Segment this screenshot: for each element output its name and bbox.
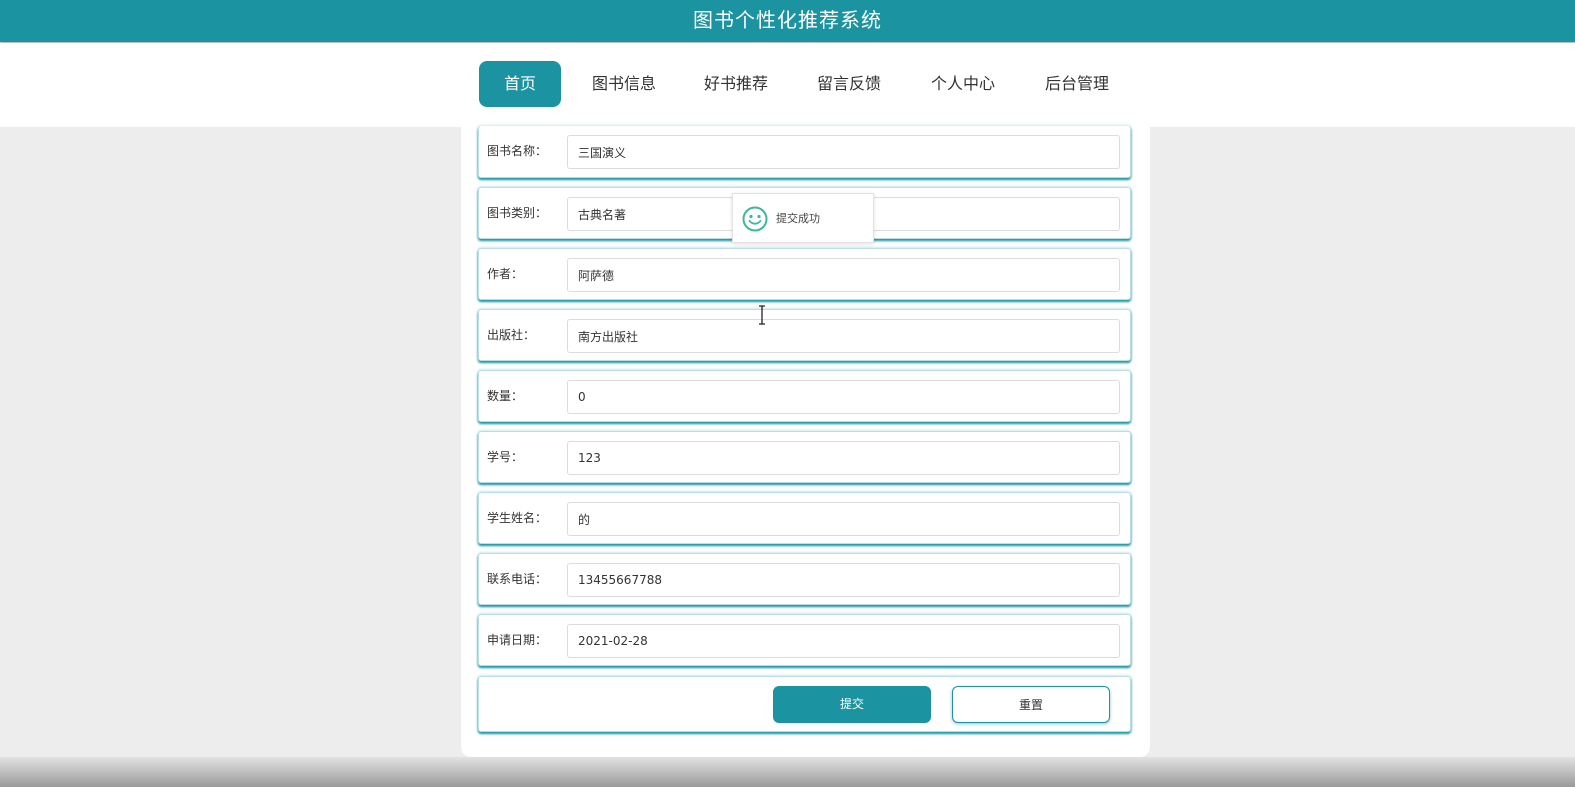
site-header: 图书个性化推荐系统 [0, 0, 1575, 42]
field-label: 申请日期： [487, 633, 548, 647]
book-name-input[interactable] [567, 135, 1120, 169]
field-row-student-id: 学号： [478, 431, 1131, 483]
author-input[interactable] [567, 258, 1120, 292]
text-cursor-icon [759, 305, 765, 325]
field-row-author: 作者： [478, 248, 1131, 300]
publisher-input[interactable] [567, 319, 1120, 353]
site-title: 图书个性化推荐系统 [693, 7, 882, 32]
form-actions: 提交 重置 [478, 676, 1131, 732]
smiley-icon [742, 206, 768, 232]
submit-button[interactable]: 提交 [773, 686, 931, 723]
student-name-input[interactable] [567, 502, 1120, 536]
field-row-book-name: 图书名称： [478, 126, 1131, 178]
field-label: 图书名称： [487, 144, 548, 158]
field-label: 出版社： [487, 328, 536, 342]
success-toast: 提交成功 [732, 193, 874, 243]
field-row-phone: 联系电话： [478, 553, 1131, 605]
field-row-publisher: 出版社： [478, 309, 1131, 361]
phone-input[interactable] [567, 563, 1120, 597]
field-row-quantity: 数量： [478, 370, 1131, 422]
field-row-apply-date: 申请日期： [478, 614, 1131, 666]
field-label: 数量： [487, 389, 524, 403]
main-nav: 首页 图书信息 好书推荐 留言反馈 个人中心 后台管理 [0, 43, 1575, 127]
reset-button[interactable]: 重置 [952, 686, 1110, 723]
field-label: 学号： [487, 450, 524, 464]
bottom-shadow [0, 757, 1575, 787]
field-row-student-name: 学生姓名： [478, 492, 1131, 544]
field-label: 联系电话： [487, 572, 548, 586]
nav-book-info[interactable]: 图书信息 [579, 61, 669, 107]
field-label: 作者： [487, 267, 524, 281]
nav-recommend[interactable]: 好书推荐 [691, 61, 781, 107]
nav-home[interactable]: 首页 [479, 61, 561, 107]
apply-date-input[interactable] [567, 624, 1120, 658]
student-id-input[interactable] [567, 441, 1120, 475]
nav-feedback[interactable]: 留言反馈 [804, 61, 894, 107]
field-label: 图书类别： [487, 206, 548, 220]
nav-personal-center[interactable]: 个人中心 [918, 61, 1008, 107]
quantity-input[interactable] [567, 380, 1120, 414]
toast-message: 提交成功 [776, 212, 820, 225]
field-label: 学生姓名： [487, 511, 548, 525]
nav-admin[interactable]: 后台管理 [1032, 61, 1122, 107]
